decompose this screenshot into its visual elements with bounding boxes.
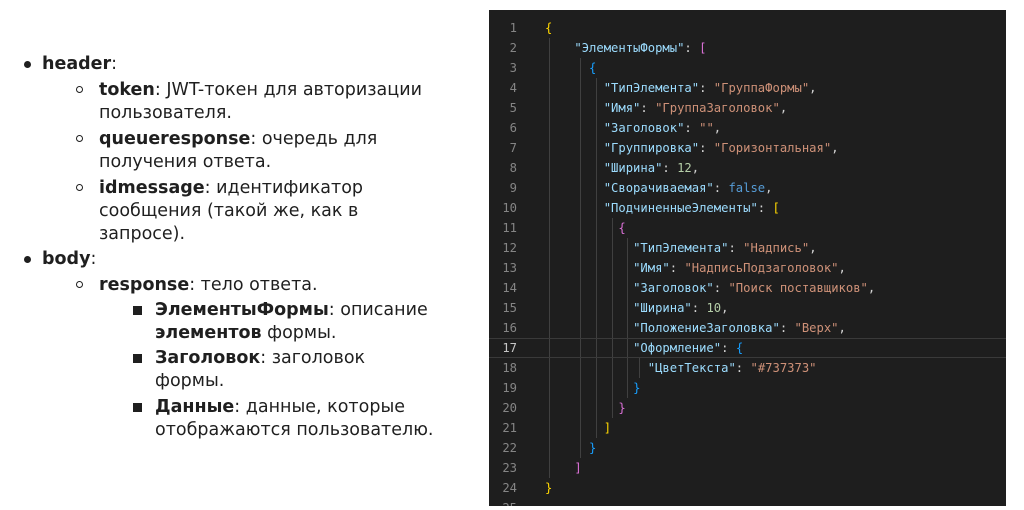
code-line: 11 { xyxy=(502,221,626,235)
list-item-queueresponse-cont: получения ответа. xyxy=(99,152,272,172)
code-line: 10 "ПодчиненныеЭлементы": [ xyxy=(502,201,780,215)
list-item-idmessage: idmessage: идентификатор xyxy=(99,178,364,198)
code-line-active: 17 "Оформление": { xyxy=(489,338,1006,358)
code-line: 20 } xyxy=(502,401,626,415)
list-item-token: token: JWT-токен для авторизации xyxy=(99,80,422,100)
code-line: 3 { xyxy=(509,61,597,75)
code-line: 12 "ТипЭлемента": "Надпись", xyxy=(502,241,817,255)
list-item-title-cont: формы. xyxy=(155,371,225,391)
list-item-data-cont: отображаются пользователю. xyxy=(155,420,434,440)
code-line: 15 "Ширина": 10, xyxy=(502,301,729,315)
list-item-body: body: xyxy=(42,249,97,269)
bullet-square-icon xyxy=(133,403,142,412)
bullet-circle-icon xyxy=(76,281,83,288)
code-line: 25 xyxy=(489,498,1006,506)
list-item-data: Данные: данные, которые xyxy=(155,397,406,417)
list-item-idmessage-cont: сообщения (такой же, как в xyxy=(99,201,359,221)
code-line: 14 "Заголовок": "Поиск поставщиков", xyxy=(502,281,876,295)
code-line: 24} xyxy=(502,481,553,495)
list-item-idmessage-cont2: запросе). xyxy=(99,224,186,244)
code-line: 7 "Группировка": "Горизонтальная", xyxy=(509,141,839,155)
bullet-circle-icon xyxy=(76,135,83,142)
bullet-circle-icon xyxy=(76,184,83,191)
code-line: 6 "Заголовок": "", xyxy=(509,121,722,135)
code-line: 9 "Сворачиваемая": false, xyxy=(509,181,773,195)
list-item-header: header: xyxy=(42,54,118,74)
list-item-elements: ЭлементыФормы: описание xyxy=(155,300,428,320)
list-item-title: Заголовок: заголовок xyxy=(155,348,366,368)
code-line: 23 ] xyxy=(502,461,582,475)
code-line: 19 } xyxy=(502,381,641,395)
code-line: 5 "Имя": "ГруппаЗаголовок", xyxy=(509,101,788,115)
code-line: 18 "ЦветТекста": "#737373" xyxy=(502,361,817,375)
documentation-list: header: token: JWT-токен для авторизации… xyxy=(0,0,480,510)
list-item-elements-cont: элементов формы. xyxy=(155,323,337,343)
code-editor[interactable]: 1{ 2 "ЭлементыФормы": [ 3 { 4 "ТипЭлемен… xyxy=(489,10,1006,506)
bullet-disc-icon xyxy=(24,61,31,68)
list-item-token-cont: пользователя. xyxy=(99,103,232,123)
list-item-response: response: тело ответа. xyxy=(99,275,318,295)
code-line: 2 "ЭлементыФормы": [ xyxy=(509,41,707,55)
code-line: 8 "Ширина": 12, xyxy=(509,161,700,175)
code-line: 1{ xyxy=(509,21,553,35)
code-line: 16 "ПоложениеЗаголовка": "Верх", xyxy=(502,321,846,335)
code-line: 22 } xyxy=(502,441,597,455)
bullet-square-icon xyxy=(133,306,142,315)
code-line: 4 "ТипЭлемента": "ГруппаФормы", xyxy=(509,81,817,95)
bullet-disc-icon xyxy=(24,256,31,263)
bullet-square-icon xyxy=(133,354,142,363)
code-line: 21 ] xyxy=(502,421,612,435)
list-item-queueresponse: queueresponse: очередь для xyxy=(99,129,378,149)
bullet-circle-icon xyxy=(76,86,83,93)
code-line: 13 "Имя": "НадписьПодзаголовок", xyxy=(502,261,846,275)
